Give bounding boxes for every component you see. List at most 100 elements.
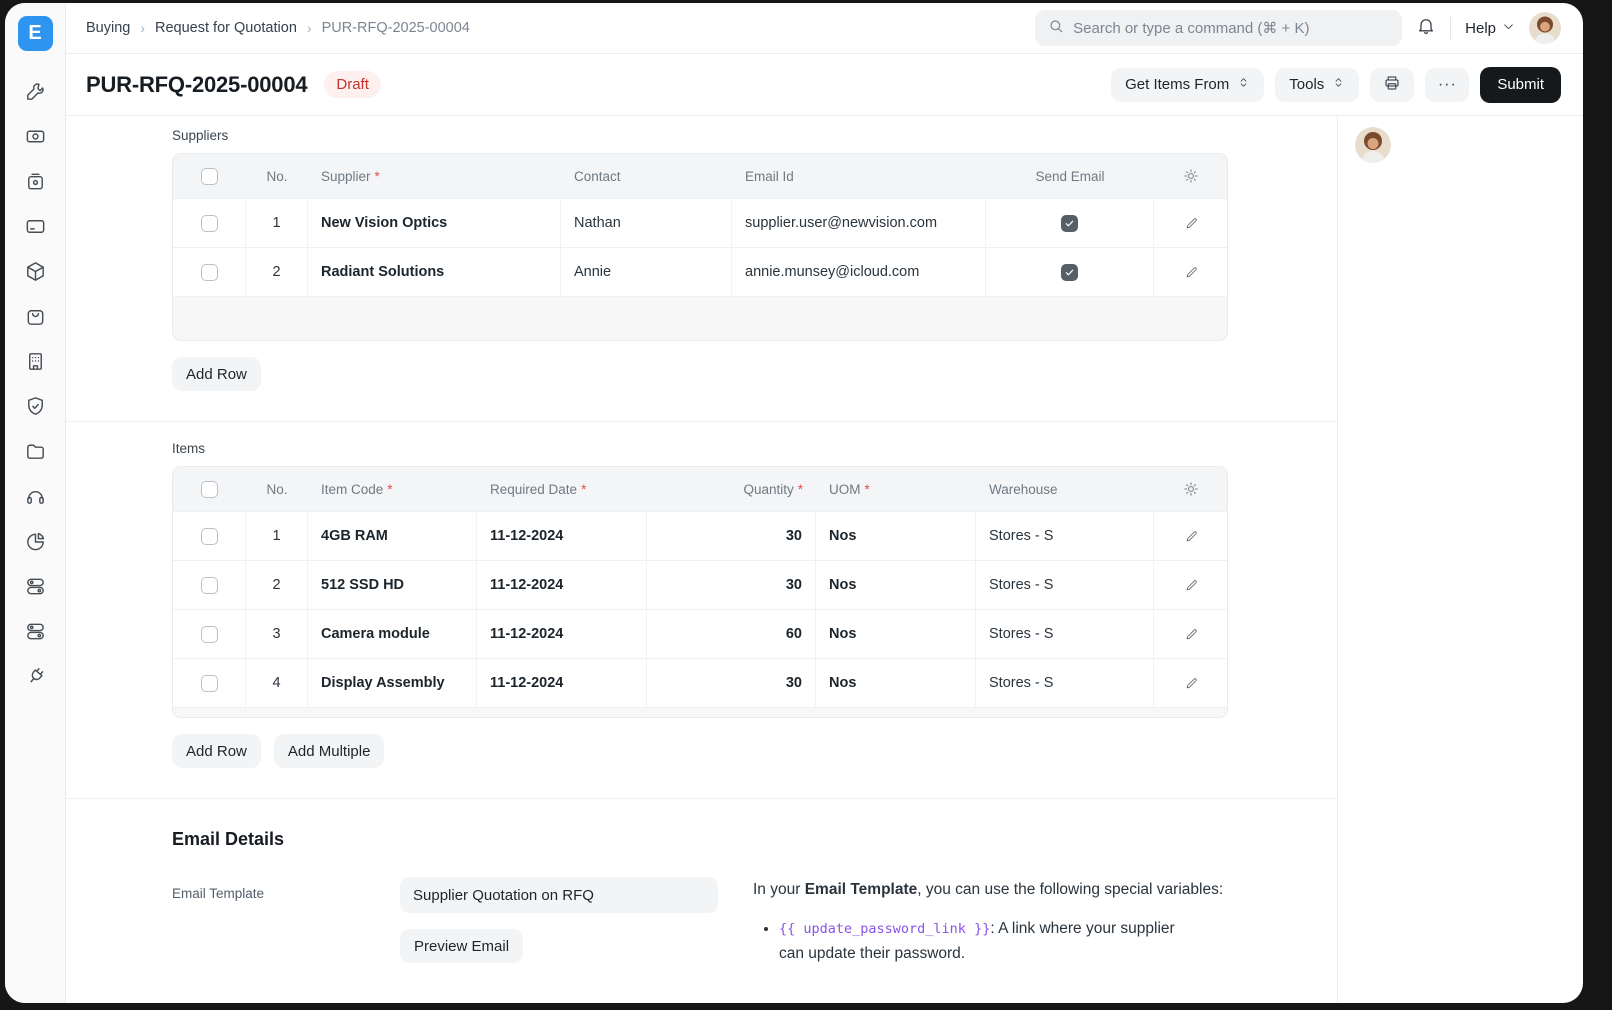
contact-cell[interactable]: Annie xyxy=(561,248,732,296)
row-checkbox[interactable] xyxy=(201,577,218,594)
supplier-row[interactable]: 2 Radiant Solutions Annie annie.munsey@i… xyxy=(173,247,1227,296)
item-code-cell[interactable]: 512 SSD HD xyxy=(308,561,477,609)
warehouse-cell[interactable]: Stores - S xyxy=(976,610,1154,658)
money-icon[interactable] xyxy=(24,125,47,153)
search-placeholder: Search or type a command (⌘ + K) xyxy=(1073,19,1309,37)
erpnext-logo-icon[interactable]: E xyxy=(18,16,53,51)
item-code-cell[interactable]: Display Assembly xyxy=(308,659,477,707)
email-template-input[interactable] xyxy=(400,877,718,913)
breadcrumb-buying[interactable]: Buying xyxy=(86,20,130,36)
tools-icon[interactable] xyxy=(24,80,47,108)
email-cell[interactable]: supplier.user@newvision.com xyxy=(732,199,986,247)
activity-panel xyxy=(1337,116,1583,1003)
edit-row-pencil-icon[interactable] xyxy=(1154,199,1228,247)
select-all-checkbox[interactable] xyxy=(201,168,218,185)
row-number: 1 xyxy=(246,199,308,247)
suppliers-section-label: Suppliers xyxy=(172,128,1337,143)
required-date-cell[interactable]: 11-12-2024 xyxy=(477,561,647,609)
folder-icon[interactable] xyxy=(24,440,47,468)
send-email-checkbox[interactable] xyxy=(1061,264,1078,281)
uom-cell[interactable]: Nos xyxy=(816,561,976,609)
notification-bell-icon[interactable] xyxy=(1416,16,1436,41)
edit-row-pencil-icon[interactable] xyxy=(1154,561,1228,609)
column-header-supplier: Supplier* xyxy=(308,154,561,198)
template-variables-help: In your Email Template, you can use the … xyxy=(753,877,1268,973)
items-add-multiple-button[interactable]: Add Multiple xyxy=(274,734,385,768)
row-number: 3 xyxy=(246,610,308,658)
get-items-from-label: Get Items From xyxy=(1125,76,1229,93)
shield-check-icon[interactable] xyxy=(24,395,47,423)
warehouse-cell[interactable]: Stores - S xyxy=(976,561,1154,609)
quantity-cell[interactable]: 30 xyxy=(647,659,816,707)
user-avatar[interactable] xyxy=(1529,12,1561,44)
row-checkbox[interactable] xyxy=(201,528,218,545)
chevron-down-icon xyxy=(1502,20,1515,37)
table-settings-gear-icon[interactable] xyxy=(1154,154,1228,198)
column-header-no: No. xyxy=(246,467,308,511)
building-icon[interactable] xyxy=(24,350,47,378)
preview-email-button[interactable]: Preview Email xyxy=(400,929,523,963)
status-badge: Draft xyxy=(324,71,381,98)
email-cell[interactable]: annie.munsey@icloud.com xyxy=(732,248,986,296)
item-row[interactable]: 2 512 SSD HD 11-12-2024 30 Nos Stores - … xyxy=(173,560,1227,609)
search-input[interactable]: Search or type a command (⌘ + K) xyxy=(1035,10,1402,46)
warehouse-cell[interactable]: Stores - S xyxy=(976,512,1154,560)
item-code-cell[interactable]: Camera module xyxy=(308,610,477,658)
supplier-row[interactable]: 1 New Vision Optics Nathan supplier.user… xyxy=(173,198,1227,247)
edit-row-pencil-icon[interactable] xyxy=(1154,512,1228,560)
column-header-send-email: Send Email xyxy=(986,154,1154,198)
get-items-from-button[interactable]: Get Items From xyxy=(1111,68,1264,102)
quantity-cell[interactable]: 60 xyxy=(647,610,816,658)
suppliers-table-header: No. Supplier* Contact Email Id Send Emai… xyxy=(173,154,1227,198)
send-email-checkbox[interactable] xyxy=(1061,215,1078,232)
sliders-icon[interactable] xyxy=(24,575,47,603)
items-add-row-button[interactable]: Add Row xyxy=(172,734,261,768)
column-header-uom: UOM* xyxy=(816,467,976,511)
suppliers-add-row-button[interactable]: Add Row xyxy=(172,357,261,391)
edit-row-pencil-icon[interactable] xyxy=(1154,659,1228,707)
edit-row-pencil-icon[interactable] xyxy=(1154,610,1228,658)
print-button[interactable] xyxy=(1370,68,1414,102)
table-footer xyxy=(173,296,1227,340)
shopping-bag-icon[interactable] xyxy=(24,305,47,333)
more-menu-button[interactable]: ··· xyxy=(1425,68,1469,102)
row-checkbox[interactable] xyxy=(201,215,218,232)
uom-cell[interactable]: Nos xyxy=(816,512,976,560)
breadcrumb-current-doc: PUR-RFQ-2025-00004 xyxy=(322,20,470,36)
printer-icon xyxy=(1383,74,1401,96)
supplier-name-cell[interactable]: Radiant Solutions xyxy=(308,248,561,296)
edit-row-pencil-icon[interactable] xyxy=(1154,248,1228,296)
warehouse-cell[interactable]: Stores - S xyxy=(976,659,1154,707)
required-date-cell[interactable]: 11-12-2024 xyxy=(477,512,647,560)
quantity-cell[interactable]: 30 xyxy=(647,561,816,609)
item-code-cell[interactable]: 4GB RAM xyxy=(308,512,477,560)
tools-button[interactable]: Tools xyxy=(1275,68,1359,102)
row-checkbox[interactable] xyxy=(201,264,218,281)
row-checkbox[interactable] xyxy=(201,675,218,692)
quantity-cell[interactable]: 30 xyxy=(647,512,816,560)
headset-icon[interactable] xyxy=(24,485,47,513)
pie-chart-icon[interactable] xyxy=(24,530,47,558)
required-date-cell[interactable]: 11-12-2024 xyxy=(477,659,647,707)
help-menu[interactable]: Help xyxy=(1465,20,1515,37)
item-row[interactable]: 1 4GB RAM 11-12-2024 30 Nos Stores - S xyxy=(173,511,1227,560)
plug-icon[interactable] xyxy=(24,665,47,693)
sliders-icon[interactable] xyxy=(24,620,47,648)
contact-cell[interactable]: Nathan xyxy=(561,199,732,247)
submit-button[interactable]: Submit xyxy=(1480,67,1561,103)
item-row[interactable]: 4 Display Assembly 11-12-2024 30 Nos Sto… xyxy=(173,658,1227,707)
row-checkbox[interactable] xyxy=(201,626,218,643)
user-avatar[interactable] xyxy=(1355,127,1391,163)
table-settings-gear-icon[interactable] xyxy=(1154,467,1228,511)
uom-cell[interactable]: Nos xyxy=(816,659,976,707)
supplier-name-cell[interactable]: New Vision Optics xyxy=(308,199,561,247)
card-icon[interactable] xyxy=(24,215,47,243)
cash-register-icon[interactable] xyxy=(24,170,47,198)
package-icon[interactable] xyxy=(24,260,47,288)
uom-cell[interactable]: Nos xyxy=(816,610,976,658)
select-all-checkbox[interactable] xyxy=(201,481,218,498)
item-row[interactable]: 3 Camera module 11-12-2024 60 Nos Stores… xyxy=(173,609,1227,658)
required-date-cell[interactable]: 11-12-2024 xyxy=(477,610,647,658)
page-header: PUR-RFQ-2025-00004 Draft Get Items From … xyxy=(66,54,1583,116)
breadcrumb-request-for-quotation[interactable]: Request for Quotation xyxy=(155,20,297,36)
